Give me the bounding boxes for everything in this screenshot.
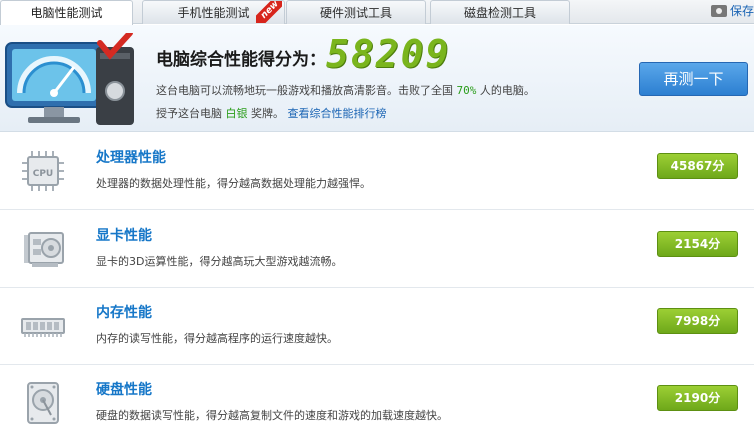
tab-phone-performance[interactable]: 手机性能测试 new [142, 0, 285, 24]
tab-disk-tools[interactable]: 磁盘检测工具 [430, 0, 570, 24]
computer-benchmark-icon [5, 33, 134, 125]
award-line: 授予这台电脑 白银 奖牌。 查看综合性能排行榜 [156, 105, 387, 121]
list-item-cpu: CPU 处理器性能 处理器的数据处理性能，得分越高数据处理能力越强悍。 4586… [0, 133, 754, 210]
desc-suffix: 人的电脑。 [479, 84, 535, 97]
memory-score-badge: 7998分 [657, 308, 738, 334]
ranking-link[interactable]: 查看综合性能排行榜 [288, 107, 387, 120]
memory-description: 内存的读写性能，得分越高程序的运行速度越快。 [96, 332, 338, 345]
graphics-description: 显卡的3D运算性能，得分越高玩大型游戏越流畅。 [96, 255, 343, 268]
tab-hardware-tools[interactable]: 硬件测试工具 [286, 0, 426, 24]
memory-icon [21, 318, 65, 337]
cpu-title: 处理器性能 [96, 150, 166, 166]
camera-icon [710, 4, 727, 17]
cpu-icon-label: CPU [33, 169, 54, 179]
disk-score-badge: 2190分 [657, 385, 738, 411]
list-item-graphics: 显卡性能 显卡的3D运算性能，得分越高玩大型游戏越流畅。 2154分 [0, 211, 754, 288]
tab-bar: 电脑性能测试 手机性能测试 new 硬件测试工具 磁盘检测工具 保存 [0, 0, 754, 25]
medal-name: 白银 [225, 107, 248, 120]
cpu-icon: CPU [22, 151, 64, 191]
graphics-title: 显卡性能 [96, 228, 152, 244]
save-button[interactable]: 保存 [710, 2, 754, 19]
hard-disk-icon [27, 382, 59, 424]
graphics-score-badge: 2154分 [657, 231, 738, 257]
graphics-card-icon [24, 232, 64, 267]
save-label: 保存 [729, 4, 754, 18]
list-item-memory: 内存性能 内存的读写性能，得分越高程序的运行速度越快。 7998分 [0, 288, 754, 365]
score-title: 电脑综合性能得分为： [156, 50, 326, 70]
cpu-description: 处理器的数据处理性能，得分越高数据处理能力越强悍。 [96, 177, 371, 190]
tab-phone-label: 手机性能测试 [177, 6, 250, 20]
score-description: 这台电脑可以流畅地玩一般游戏和播放高清影音。击败了全国 70% 人的电脑。 [156, 82, 535, 98]
disk-title: 硬盘性能 [96, 382, 152, 398]
tab-pc-performance[interactable]: 电脑性能测试 [0, 0, 133, 25]
summary-header: 电脑综合性能得分为： 58209 这台电脑可以流畅地玩一般游戏和播放高清影音。击… [0, 25, 754, 132]
new-badge: new [256, 1, 282, 23]
award-suffix: 奖牌。 [251, 107, 284, 120]
list-item-disk: 硬盘性能 硬盘的数据读写性能，得分越高复制文件的速度和游戏的加载速度越快。 21… [0, 365, 754, 438]
cpu-score-badge: 45867分 [657, 153, 738, 179]
retest-button[interactable]: 再测一下 [639, 62, 748, 96]
beat-percent: 70% [456, 84, 477, 97]
memory-title: 内存性能 [96, 305, 152, 321]
disk-description: 硬盘的数据读写性能，得分越高复制文件的速度和游戏的加载速度越快。 [96, 409, 448, 422]
total-score: 58209 [326, 32, 451, 76]
award-prefix: 授予这台电脑 [156, 107, 222, 120]
desc-prefix: 这台电脑可以流畅地玩一般游戏和播放高清影音。击败了全国 [156, 84, 453, 97]
